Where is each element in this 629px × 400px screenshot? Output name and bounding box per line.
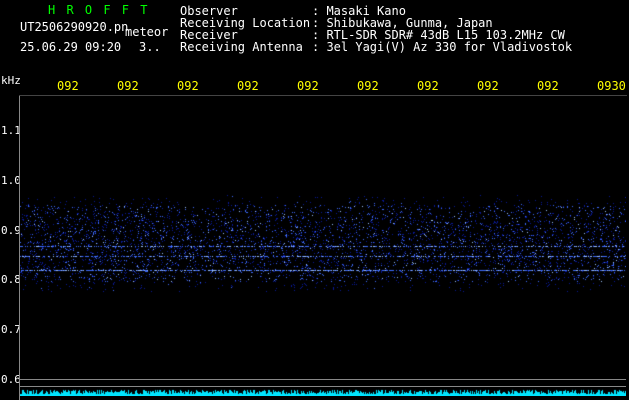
freq-tick-0-6: 0.6 <box>1 373 21 386</box>
time-tick: 0930 <box>597 79 626 93</box>
time-tick: 092 <box>237 79 259 93</box>
reference-line-upper <box>20 379 626 380</box>
freq-tick-0-8: 0.8 <box>1 273 21 286</box>
time-tick: 092 <box>57 79 79 93</box>
file-name: UT2506290920.pn <box>20 20 129 34</box>
time-tick: 092 <box>477 79 499 93</box>
time-tick: 092 <box>297 79 319 93</box>
station-code: H R O F F T <box>48 3 150 17</box>
date-time: 25.06.29 09:20 <box>20 40 122 54</box>
detection-count: 3.. <box>139 40 161 54</box>
time-tick: 092 <box>417 79 439 93</box>
time-tick: 092 <box>117 79 139 93</box>
time-tick: 092 <box>357 79 379 93</box>
antenna-value: : 3el Yagi(V) Az 330 for Vladivostok <box>312 40 573 54</box>
freq-tick-0-9: 0.9 <box>1 224 21 237</box>
freq-unit-label: kHz <box>1 74 21 87</box>
freq-tick-0-7: 0.7 <box>1 323 21 336</box>
time-tick: 092 <box>177 79 199 93</box>
reference-line-lower <box>20 386 626 387</box>
freq-tick-1-0: 1.0 <box>1 174 21 187</box>
time-tick: 092 <box>537 79 559 93</box>
antenna-label: Receiving Antenna <box>180 40 303 54</box>
spectrogram-canvas <box>20 96 626 396</box>
freq-tick-1-1: 1.1 <box>1 124 21 137</box>
mode-label: meteor <box>125 25 169 39</box>
